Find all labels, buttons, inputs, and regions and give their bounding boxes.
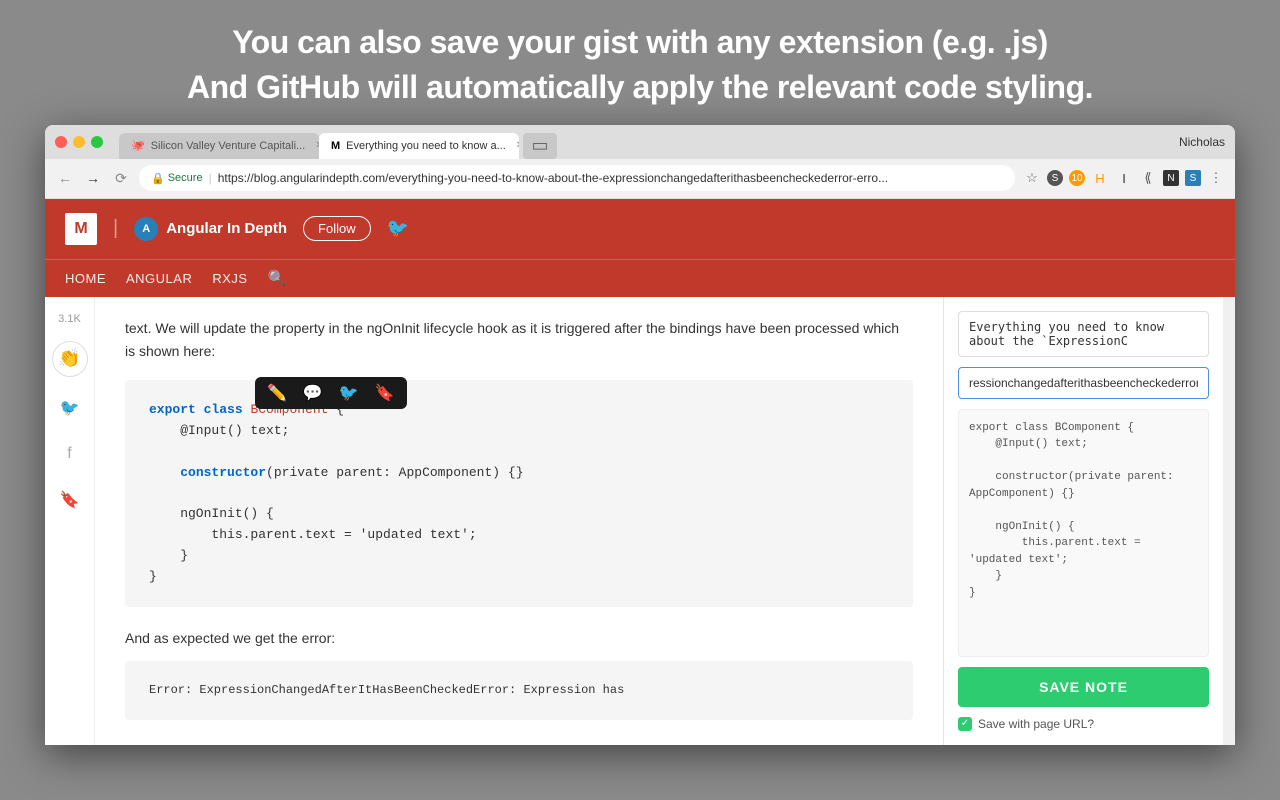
twitter-icon[interactable]: 🐦 [387, 218, 409, 239]
refresh-button[interactable]: ⟳ [111, 168, 131, 188]
twitter-share-button[interactable]: 🐦 [55, 393, 85, 423]
new-tab-icon: ▭ [531, 135, 548, 156]
scrollbar[interactable] [1223, 297, 1235, 745]
back-button[interactable]: ← [55, 168, 75, 188]
extension-icon-6[interactable]: N [1163, 170, 1179, 186]
tab-2[interactable]: M Everything you need to know a... ✕ [319, 133, 519, 159]
extension-icon-7[interactable]: S [1185, 170, 1201, 186]
note-title-input[interactable] [958, 311, 1209, 357]
browser-toolbar-icons: ☆ S 10 H I ⟪ N S ⋮ [1023, 169, 1225, 187]
save-url-row: ✓ Save with page URL? [958, 717, 1209, 731]
url-display[interactable]: https://blog.angularindepth.com/everythi… [218, 171, 1003, 185]
nav-angular[interactable]: ANGULAR [126, 271, 192, 286]
follow-button[interactable]: Follow [303, 216, 371, 241]
tabs-area: 🐙 Silicon Valley Venture Capitali... ✕ M… [119, 125, 1171, 159]
ft-pencil-icon[interactable]: ✏️ [267, 383, 287, 403]
nav-home[interactable]: HOME [65, 271, 106, 286]
code-line-5: this.parent.text = 'updated text'; [149, 527, 477, 542]
left-sidebar: 3.1K 👏 🐦 f 🔖 [45, 297, 95, 745]
github-tab-icon: 🐙 [131, 139, 145, 152]
bookmark-button[interactable]: 🔖 [55, 485, 85, 515]
note-code-line-7: this.parent.text = 'updated text'; [969, 535, 1198, 568]
pub-icon: A [134, 217, 158, 241]
annotation-line2: And GitHub will automatically apply the … [187, 69, 1093, 105]
medium-logo: M [65, 213, 97, 245]
code-line-2: @Input() text; [149, 423, 289, 438]
site-header: M | A Angular In Depth Follow 🐦 [45, 199, 1235, 259]
code-block: export class BComponent { @Input() text;… [125, 380, 913, 607]
note-code-line-1: export class BComponent { [969, 420, 1198, 437]
annotation-line1: You can also save your gist with any ext… [232, 24, 1048, 60]
forward-button[interactable]: → [83, 168, 103, 188]
code-line-3: constructor(private parent: AppComponent… [149, 465, 524, 480]
note-code-preview: export class BComponent { @Input() text;… [958, 409, 1209, 657]
note-code-line-3 [969, 453, 1198, 470]
publication-name: A Angular In Depth [134, 217, 287, 241]
page-content: M | A Angular In Depth Follow 🐦 HOME ANG… [45, 199, 1235, 745]
header-divider: | [113, 217, 118, 240]
article-area: 3.1K 👏 🐦 f 🔖 ✏️ 💬 🐦 🔖 text. We will upda… [45, 297, 1235, 745]
save-url-label: Save with page URL? [978, 717, 1094, 731]
extension-icon-5[interactable]: ⟪ [1139, 169, 1157, 187]
article-body: ✏️ 💬 🐦 🔖 text. We will update the proper… [95, 297, 943, 745]
site-nav: HOME ANGULAR RXJS 🔍 [45, 259, 1235, 297]
bookmark-star-icon[interactable]: ☆ [1023, 169, 1041, 187]
more-options-icon[interactable]: ⋮ [1207, 169, 1225, 187]
pub-name-label: Angular In Depth [166, 220, 287, 237]
tab-1[interactable]: 🐙 Silicon Valley Venture Capitali... ✕ [119, 133, 319, 159]
address-input[interactable]: 🔒 Secure | https://blog.angularindepth.c… [139, 165, 1015, 191]
facebook-share-button[interactable]: f [55, 439, 85, 469]
medium-tab-icon: M [331, 140, 340, 152]
code-line-7: } [149, 569, 157, 584]
note-panel: export class BComponent { @Input() text;… [943, 297, 1223, 745]
tab-2-close[interactable]: ✕ [516, 140, 519, 151]
note-code-line-5 [969, 502, 1198, 519]
maximize-button[interactable] [91, 136, 103, 148]
minimize-button[interactable] [73, 136, 85, 148]
extension-icon-4[interactable]: I [1115, 169, 1133, 187]
clap-button[interactable]: 👏 [52, 341, 88, 377]
browser-window: 🐙 Silicon Valley Venture Capitali... ✕ M… [45, 125, 1235, 745]
extension-icon-3[interactable]: H [1091, 169, 1109, 187]
ft-comment-icon[interactable]: 💬 [303, 383, 323, 403]
address-bar: ← → ⟳ 🔒 Secure | https://blog.angularind… [45, 159, 1235, 199]
floating-toolbar: ✏️ 💬 🐦 🔖 [255, 377, 407, 409]
code-line-4: ngOnInit() { [149, 506, 274, 521]
note-code-line-2: @Input() text; [969, 436, 1198, 453]
note-code-line-6: ngOnInit() { [969, 519, 1198, 536]
lock-icon: 🔒 [151, 172, 165, 185]
error-text: Error: ExpressionChangedAfterItHasBeenCh… [149, 683, 624, 697]
tab-2-label: Everything you need to know a... [346, 140, 506, 152]
ft-bookmark-icon[interactable]: 🔖 [375, 383, 395, 403]
code-line-6: } [149, 548, 188, 563]
save-note-button[interactable]: SAVE NOTE [958, 667, 1209, 707]
close-button[interactable] [55, 136, 67, 148]
extension-icon-2[interactable]: 10 [1069, 170, 1085, 186]
browser-titlebar: 🐙 Silicon Valley Venture Capitali... ✕ M… [45, 125, 1235, 159]
traffic-lights [55, 136, 103, 148]
new-tab-button[interactable]: ▭ [523, 133, 557, 159]
ft-twitter-icon[interactable]: 🐦 [339, 383, 359, 403]
note-code-line-9: } [969, 585, 1198, 602]
article-bottom-text: And as expected we get the error: [125, 627, 913, 651]
article-intro: text. We will update the property in the… [125, 317, 913, 365]
annotation: You can also save your gist with any ext… [0, 0, 1280, 125]
tab-1-label: Silicon Valley Venture Capitali... [151, 140, 306, 152]
secure-badge: 🔒 Secure [151, 172, 203, 185]
note-url-input[interactable] [958, 367, 1209, 399]
note-code-line-8: } [969, 568, 1198, 585]
extension-icon-1[interactable]: S [1047, 170, 1063, 186]
nav-rxjs[interactable]: RXJS [212, 271, 247, 286]
note-code-line-4: constructor(private parent: AppComponent… [969, 469, 1198, 502]
user-name: Nicholas [1179, 135, 1225, 149]
code-block-error: Error: ExpressionChangedAfterItHasBeenCh… [125, 661, 913, 720]
save-url-checkbox[interactable]: ✓ [958, 717, 972, 731]
search-icon[interactable]: 🔍 [268, 269, 287, 287]
clap-count: 3.1K [58, 313, 81, 325]
